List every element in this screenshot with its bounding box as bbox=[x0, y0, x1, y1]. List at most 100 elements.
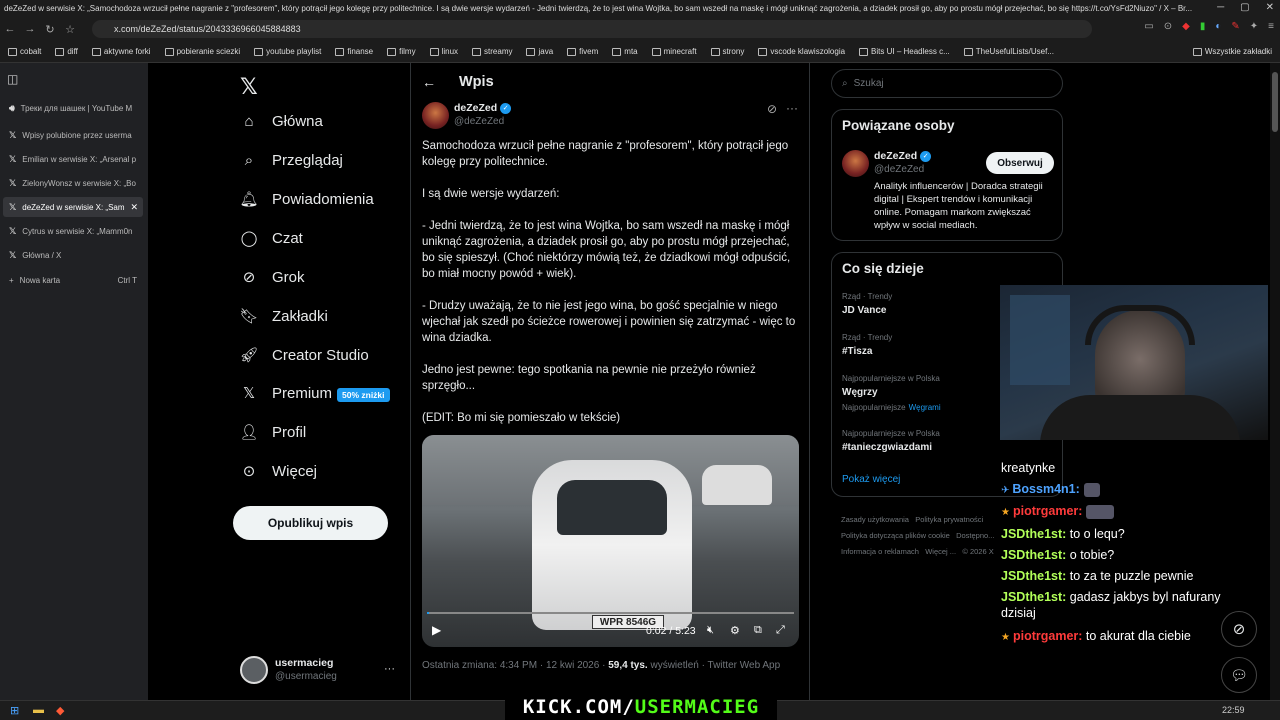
nav-item-profil[interactable]: 👤︎ Profil bbox=[239, 423, 306, 442]
x-logo-icon[interactable]: 𝕏 bbox=[240, 74, 258, 100]
post-more-icon[interactable]: ··· bbox=[786, 101, 798, 115]
chat-username: JSDthe1st: bbox=[1001, 569, 1067, 583]
bookmark-item[interactable]: filmy bbox=[387, 47, 416, 56]
nav-item-creator-studio[interactable]: 🚀︎ Creator Studio bbox=[239, 346, 368, 365]
new-tab-item[interactable]: + Nowa karta Ctrl T bbox=[3, 270, 143, 290]
back-arrow-icon[interactable]: ← bbox=[422, 74, 436, 90]
post-button[interactable]: Opublikuj wpis bbox=[233, 506, 388, 540]
maximize-icon[interactable]: ▢ bbox=[1240, 2, 1249, 13]
post-video[interactable]: WPR 8546G ▶ 0:02 / 5:23 🔇︎ ⚙︎ ⧉ ⤢ bbox=[422, 435, 799, 647]
bookmark-item[interactable]: cobalt bbox=[8, 47, 41, 56]
bookmark-item[interactable]: TheUsefulLists/Usef... bbox=[963, 47, 1054, 56]
mute-icon[interactable]: 🔇︎ bbox=[707, 624, 714, 637]
bookmark-item[interactable]: finanse bbox=[335, 47, 373, 56]
bookmark-item[interactable]: diff bbox=[55, 47, 78, 56]
file-explorer-icon[interactable]: ▬ bbox=[33, 704, 44, 716]
settings-icon[interactable]: ⚙︎ bbox=[730, 624, 740, 637]
fullscreen-icon[interactable]: ⤢ bbox=[776, 624, 785, 637]
scrollbar[interactable] bbox=[1270, 63, 1280, 700]
bookmark-item[interactable]: aktywne forki bbox=[91, 47, 151, 56]
extension-blue-icon[interactable]: ◐ bbox=[1215, 21, 1221, 32]
footer-link[interactable]: Więcej ... bbox=[925, 547, 956, 556]
footer-link[interactable]: Polityka prywatności bbox=[915, 515, 983, 524]
show-more-link[interactable]: Pokaż więcej bbox=[842, 474, 900, 485]
bookmark-item[interactable]: streamy bbox=[472, 47, 512, 56]
nav-item-czat[interactable]: ◯ Czat bbox=[240, 229, 303, 248]
account-more-icon[interactable]: ··· bbox=[384, 663, 395, 675]
scrollbar-thumb[interactable] bbox=[1272, 72, 1278, 132]
author-avatar[interactable] bbox=[422, 102, 449, 129]
reload-icon[interactable]: ↻ bbox=[40, 23, 60, 36]
footer-link[interactable]: Zasady użytkowania bbox=[841, 515, 909, 524]
extension-red-icon[interactable]: ✎ bbox=[1231, 21, 1239, 32]
bookmark-item[interactable]: strony bbox=[710, 47, 744, 56]
video-progress-track[interactable] bbox=[427, 612, 794, 614]
menu-icon[interactable]: ≡ bbox=[1268, 21, 1274, 32]
trend-name[interactable]: Węgrzy bbox=[842, 387, 878, 398]
related-name[interactable]: deZeZed bbox=[874, 150, 917, 162]
trend-name[interactable]: JD Vance bbox=[842, 305, 886, 316]
sidebar-tab[interactable]: 𝕏 Emilian w serwisie X: „Arsenal p bbox=[3, 149, 143, 169]
nav-item-premium[interactable]: 𝕏 Premium bbox=[240, 384, 332, 403]
author-name-row[interactable]: deZeZed ✓ bbox=[454, 102, 512, 114]
bookmark-item[interactable]: mta bbox=[612, 47, 638, 56]
nav-item-więcej[interactable]: ⊙ Więcej bbox=[240, 462, 318, 481]
sidebar-tab[interactable]: 𝕏 Główna / X bbox=[3, 245, 143, 265]
forward-icon[interactable]: → bbox=[20, 23, 40, 35]
trend-name[interactable]: #tanieczgwiazdami bbox=[842, 442, 932, 453]
sidebar-tab[interactable]: 𝕏 Cytrus w serwisie X: „Mamm0n bbox=[3, 221, 143, 241]
nav-label: Więcej bbox=[272, 462, 318, 480]
nav-item-powiadomienia[interactable]: 🔔︎ Powiadomienia bbox=[239, 190, 373, 209]
bookmark-item[interactable]: youtube playlist bbox=[254, 47, 321, 56]
nav-item-przeglądaj[interactable]: ⌕ Przeglądaj bbox=[240, 151, 343, 169]
bell-icon: 🔔︎ bbox=[239, 191, 259, 208]
trend-name[interactable]: #Tisza bbox=[842, 346, 872, 357]
address-bar[interactable]: x.com/deZeZed/status/2043336966045884883 bbox=[92, 20, 1092, 38]
footer-link[interactable]: Polityka dotycząca plików cookie bbox=[841, 531, 950, 540]
sidebar-toggle-icon[interactable]: ◫ bbox=[7, 72, 18, 86]
screen-icon[interactable]: ▭ bbox=[1144, 21, 1153, 32]
extension-green-icon[interactable]: ▮ bbox=[1200, 21, 1206, 32]
follow-button[interactable]: Obserwuj bbox=[986, 152, 1054, 174]
bookmark-item[interactable]: pobieranie sciezki bbox=[164, 47, 240, 56]
bookmark-item[interactable]: fivem bbox=[567, 47, 598, 56]
footer-link[interactable]: Informacja o reklamach bbox=[841, 547, 919, 556]
related-avatar[interactable] bbox=[842, 150, 869, 177]
vpn-icon[interactable]: ⊙ bbox=[1164, 21, 1172, 32]
sidebar-tab[interactable]: 𝕏 ZielonyWonsz w serwisie X: „Bo bbox=[3, 173, 143, 193]
bookmark-item[interactable]: minecraft bbox=[651, 47, 697, 56]
sidebar-tab[interactable]: 𝕏deZeZed w serwisie X: „Sam ✕ bbox=[3, 197, 143, 217]
minimize-icon[interactable]: ─ bbox=[1217, 2, 1224, 13]
grok-post-icon[interactable]: ⊘ bbox=[767, 102, 777, 116]
sidebar-tab[interactable]: 𝕏 Wpisy polubione przez userma bbox=[3, 125, 143, 145]
search-box[interactable]: ⌕ Szukaj bbox=[831, 69, 1063, 98]
bookmark-item[interactable]: vscode klawiszologia bbox=[758, 47, 845, 56]
messages-fab[interactable]: 💬︎ bbox=[1221, 657, 1257, 693]
brave-taskbar-icon[interactable]: ◆ bbox=[56, 704, 64, 717]
nav-item-główna[interactable]: ⌂ Główna bbox=[240, 112, 322, 130]
nav-item-zakładki[interactable]: 🔖︎ Zakładki bbox=[239, 307, 327, 326]
post-views: 59,4 tys. bbox=[608, 660, 648, 671]
tab-close-icon[interactable]: ✕ bbox=[131, 202, 139, 213]
brave-shield-icon[interactable]: ◆ bbox=[1182, 21, 1190, 32]
trend-extra-link[interactable]: Węgrami bbox=[909, 403, 941, 412]
sidebar-tab[interactable]: 🔊︎ Треки для шашек | YouTube M bbox=[3, 98, 143, 118]
footer-link[interactable]: Dostępno... bbox=[956, 531, 994, 540]
bookmark-item[interactable]: java bbox=[526, 47, 553, 56]
back-icon[interactable]: ← bbox=[0, 23, 20, 35]
nav-item-grok[interactable]: ⊘ Grok bbox=[240, 268, 305, 287]
bookmark-item[interactable]: linux bbox=[429, 47, 458, 56]
play-icon[interactable]: ▶ bbox=[432, 623, 441, 637]
search-input[interactable]: Szukaj bbox=[854, 78, 884, 89]
related-name-row[interactable]: deZeZed ✓ bbox=[874, 150, 932, 162]
grok-fab[interactable]: ⊘ bbox=[1221, 611, 1257, 647]
bookmark-item[interactable]: Wszystkie zakładki bbox=[1192, 47, 1272, 56]
bookmark-item[interactable]: Bits UI – Headless c... bbox=[859, 47, 950, 56]
account-avatar[interactable] bbox=[240, 656, 268, 684]
bookmark-star-icon[interactable]: ☆ bbox=[60, 23, 80, 36]
extensions-icon[interactable]: ✦ bbox=[1250, 21, 1258, 32]
windows-start-icon[interactable]: ⊞ bbox=[10, 704, 19, 717]
pip-icon[interactable]: ⧉ bbox=[754, 624, 762, 637]
author-name[interactable]: deZeZed bbox=[454, 102, 497, 114]
close-window-icon[interactable]: ✕ bbox=[1266, 2, 1274, 13]
